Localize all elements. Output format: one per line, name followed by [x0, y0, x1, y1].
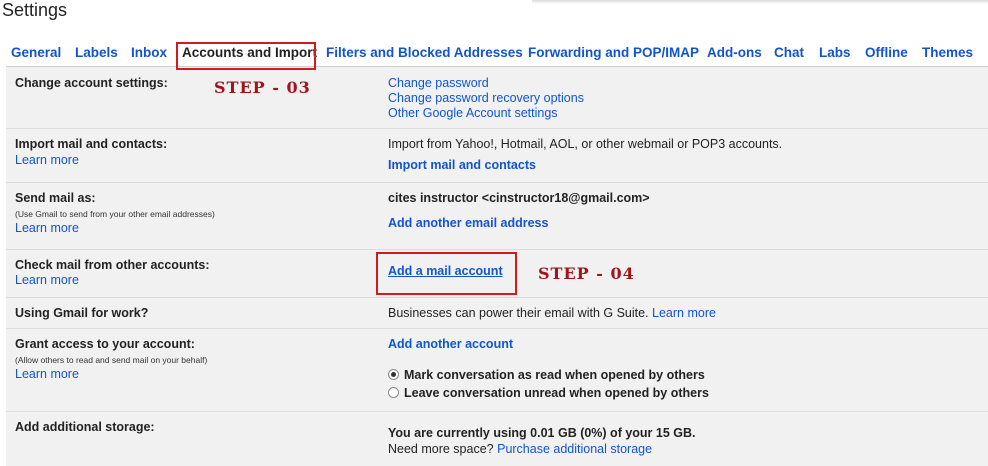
tab-chat[interactable]: Chat	[774, 42, 804, 64]
row-sublabel: (Allow others to read and send mail on y…	[15, 355, 208, 365]
google-account-settings-link[interactable]: Other Google Account settings	[388, 106, 584, 121]
import-mail-link[interactable]: Import mail and contacts	[388, 158, 536, 172]
page-title: Settings	[2, 0, 68, 20]
send-as-account: cites instructor <cinstructor18@gmail.co…	[388, 191, 650, 205]
need-more-text: Need more space?	[388, 442, 494, 456]
settings-tabs: General Labels Inbox Accounts and Import…	[0, 42, 988, 66]
row-label: Change account settings:	[15, 76, 168, 90]
option-label: Mark conversation as read when opened by…	[404, 368, 705, 382]
option-label: Leave conversation unread when opened by…	[404, 386, 709, 400]
gsuite-text: Businesses can power their email with G …	[388, 306, 649, 320]
mark-read-option[interactable]: Mark conversation as read when opened by…	[388, 368, 705, 382]
add-another-account-link[interactable]: Add another account	[388, 337, 513, 351]
tab-themes[interactable]: Themes	[922, 42, 973, 64]
tab-offline[interactable]: Offline	[865, 42, 908, 64]
add-email-address-link[interactable]: Add another email address	[388, 216, 548, 230]
annotation-box-accounts-tab	[176, 42, 316, 70]
tab-inbox[interactable]: Inbox	[131, 42, 167, 64]
leave-unread-option[interactable]: Leave conversation unread when opened by…	[388, 386, 709, 400]
tab-filters[interactable]: Filters and Blocked Addresses	[326, 42, 523, 64]
annotation-step-03: STEP - 03	[214, 78, 311, 97]
row-label: Grant access to your account:	[15, 337, 195, 351]
account-links: Change password Change password recovery…	[388, 76, 584, 121]
tab-general[interactable]: General	[11, 42, 61, 64]
row-change-account: Change account settings: Change password…	[6, 67, 988, 129]
row-storage: Add additional storage: You are currentl…	[6, 412, 988, 466]
radio-unselected-icon[interactable]	[388, 387, 399, 398]
storage-usage: You are currently using 0.01 GB (0%) of …	[388, 426, 696, 440]
learn-more-link[interactable]: Learn more	[15, 221, 79, 235]
row-sublabel: (Use Gmail to send from your other email…	[15, 209, 215, 219]
recovery-options-link[interactable]: Change password recovery options	[388, 91, 584, 106]
row-label: Using Gmail for work?	[15, 306, 149, 320]
learn-more-link[interactable]: Learn more	[15, 367, 79, 381]
tab-labs[interactable]: Labs	[819, 42, 851, 64]
row-gmail-work: Using Gmail for work? Businesses can pow…	[6, 298, 988, 329]
change-password-link[interactable]: Change password	[388, 76, 584, 91]
gsuite-description: Businesses can power their email with G …	[388, 306, 716, 320]
row-import-mail: Import mail and contacts: Learn more Imp…	[6, 129, 988, 183]
row-label: Import mail and contacts:	[15, 137, 168, 151]
annotation-box-add-mail-account	[376, 252, 517, 295]
row-label: Send mail as:	[15, 191, 96, 205]
import-description: Import from Yahoo!, Hotmail, AOL, or oth…	[388, 137, 783, 151]
tab-add-ons[interactable]: Add-ons	[707, 42, 762, 64]
learn-more-link[interactable]: Learn more	[15, 153, 79, 167]
tab-labels[interactable]: Labels	[75, 42, 118, 64]
gsuite-learn-more-link[interactable]: Learn more	[652, 306, 716, 320]
row-label: Check mail from other accounts:	[15, 258, 210, 272]
top-bar-shadow	[532, 0, 988, 4]
row-label: Add additional storage:	[15, 420, 155, 434]
radio-selected-icon[interactable]	[388, 369, 399, 380]
tab-forwarding[interactable]: Forwarding and POP/IMAP	[528, 42, 699, 64]
row-send-mail: Send mail as: (Use Gmail to send from yo…	[6, 183, 988, 250]
row-grant-access: Grant access to your account: (Allow oth…	[6, 329, 988, 412]
annotation-step-04: STEP - 04	[538, 264, 635, 283]
learn-more-link[interactable]: Learn more	[15, 273, 79, 287]
need-more-space: Need more space? Purchase additional sto…	[388, 442, 652, 456]
purchase-storage-link[interactable]: Purchase additional storage	[497, 442, 652, 456]
